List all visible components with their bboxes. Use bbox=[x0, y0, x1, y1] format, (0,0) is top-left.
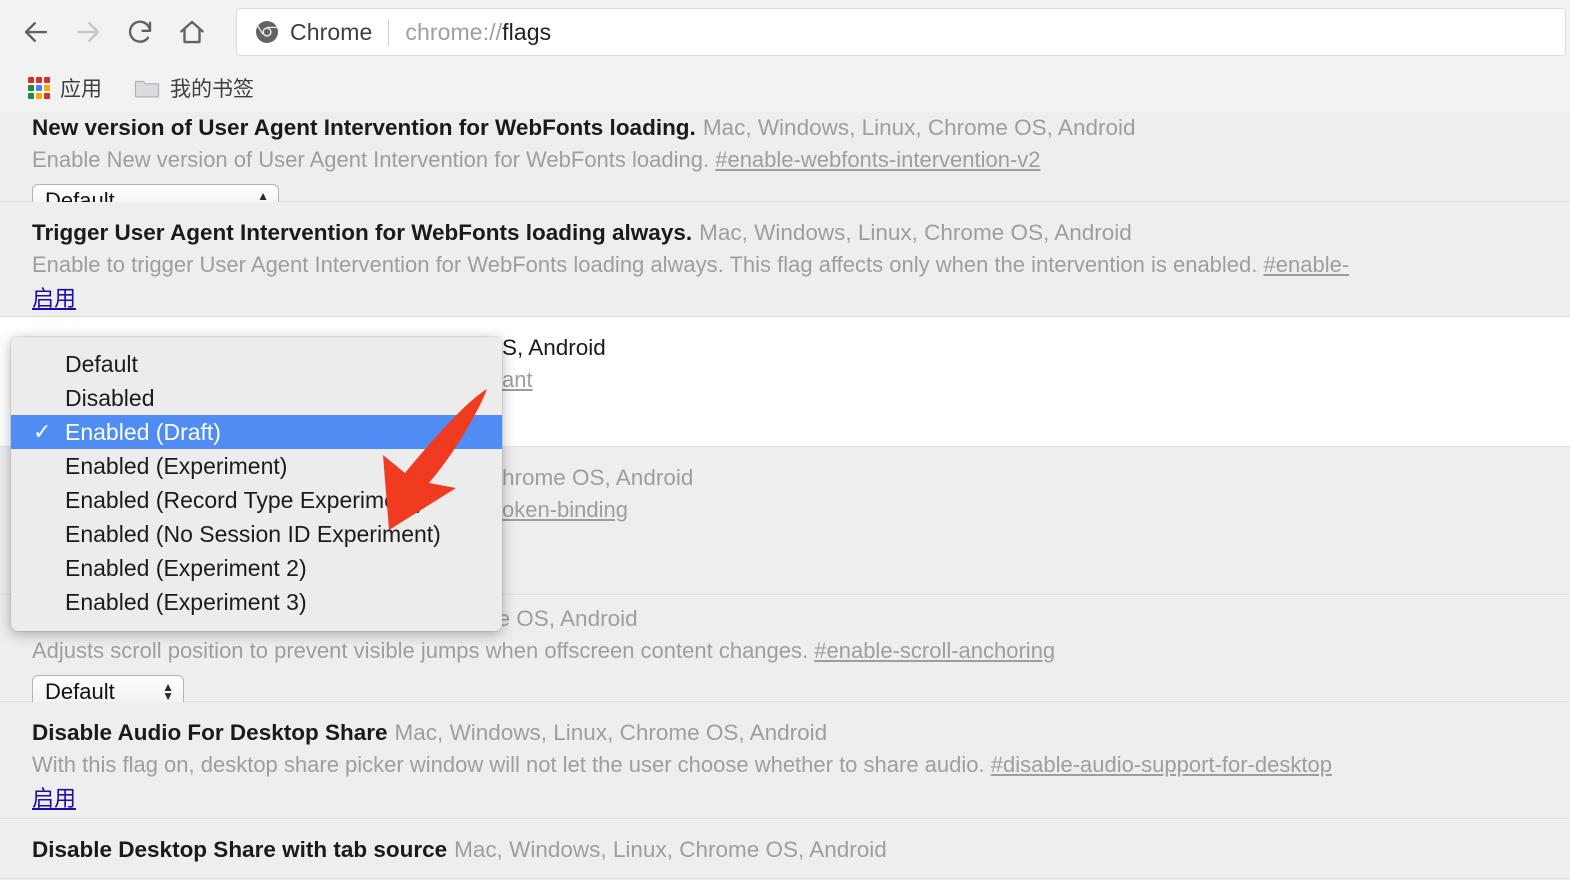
home-button[interactable] bbox=[170, 10, 214, 54]
flag-title-line: S, Android bbox=[502, 317, 1570, 363]
dropdown-option-label: Disabled bbox=[65, 384, 155, 411]
flag-platforms: hrome OS, Android bbox=[502, 465, 694, 490]
dropdown-option-label: Enabled (Record Type Experiment) bbox=[65, 486, 424, 513]
flag-enable-link[interactable]: 启用 bbox=[32, 784, 76, 814]
select-dropdown-menu[interactable]: Default Disabled ✓ Enabled (Draft) Enabl… bbox=[11, 337, 502, 631]
omnibox-url-scheme: chrome:// bbox=[405, 18, 503, 45]
home-icon bbox=[180, 20, 204, 44]
flag-description-text: With this flag on, desktop share picker … bbox=[32, 752, 985, 777]
dropdown-option-label: Enabled (Experiment 2) bbox=[65, 554, 307, 581]
flag-platforms: Mac, Windows, Linux, Chrome OS, Android bbox=[702, 115, 1136, 140]
apps-grid-icon bbox=[28, 77, 50, 99]
flag-name: Disable Audio For Desktop Share bbox=[32, 720, 388, 745]
dropdown-option[interactable]: Enabled (Experiment 2) bbox=[11, 551, 502, 585]
bookmarks-bar: 应用 我的书签 bbox=[0, 64, 1570, 113]
dropdown-option-label: Enabled (Experiment 3) bbox=[65, 588, 307, 615]
flag-title-line: hrome OS, Android bbox=[502, 447, 1570, 493]
dropdown-option-label: Default bbox=[65, 350, 138, 377]
flag-row: Disable Audio For Desktop Share Mac, Wind… bbox=[0, 702, 1570, 819]
address-bar[interactable]: Chrome chrome://flags bbox=[236, 8, 1566, 56]
dropdown-option[interactable]: Enabled (Experiment) bbox=[11, 449, 502, 483]
flag-row: Disable Desktop Share with tab source Mac… bbox=[0, 819, 1570, 879]
flag-title-line: Disable Desktop Share with tab source Mac… bbox=[32, 819, 1570, 865]
dropdown-option-selected[interactable]: ✓ Enabled (Draft) bbox=[11, 415, 502, 449]
flag-title-line: Disable Audio For Desktop Share Mac, Wind… bbox=[32, 702, 1570, 748]
omnibox-url: chrome://flags bbox=[405, 19, 551, 46]
browser-window: Chrome chrome://flags 应用 我的书签 New versio bbox=[0, 0, 1570, 880]
forward-button[interactable] bbox=[66, 10, 110, 54]
flag-row: Trigger User Agent Intervention for WebF… bbox=[0, 202, 1570, 317]
flag-description: Enable to trigger User Agent Interventio… bbox=[32, 248, 1570, 280]
bookmark-my-bookmarks[interactable]: 我的书签 bbox=[124, 71, 264, 105]
flag-description: ant bbox=[502, 363, 1570, 395]
flag-platforms: Mac, Windows, Linux, Chrome OS, Android bbox=[394, 720, 828, 745]
flag-description: Enable New version of User Agent Interve… bbox=[32, 143, 1570, 175]
omnibox-divider bbox=[388, 18, 390, 46]
back-button[interactable] bbox=[14, 10, 58, 54]
reload-button[interactable] bbox=[118, 10, 162, 54]
forward-arrow-icon bbox=[76, 22, 100, 42]
flag-enable-link[interactable]: 启用 bbox=[32, 284, 76, 314]
dropdown-option[interactable]: Enabled (Experiment 3) bbox=[11, 585, 502, 619]
reload-icon bbox=[128, 20, 152, 43]
bookmark-apps-label: 应用 bbox=[60, 78, 102, 101]
check-icon: ✓ bbox=[33, 419, 52, 444]
flag-row: New version of User Agent Intervention f… bbox=[0, 112, 1570, 218]
dropdown-option[interactable]: Enabled (No Session ID Experiment) bbox=[11, 517, 502, 551]
flag-platforms: S, Android bbox=[502, 335, 606, 360]
flag-permalink[interactable]: ant bbox=[502, 367, 533, 392]
select-stepper-icon: ▲ ▼ bbox=[162, 681, 174, 703]
flag-description: Adjusts scroll position to prevent visib… bbox=[32, 634, 1570, 666]
flag-permalink[interactable]: #disable-audio-support-for-desktop bbox=[991, 752, 1332, 777]
dropdown-option-label: Enabled (Draft) bbox=[65, 418, 221, 445]
flag-description-text: Enable New version of User Agent Interve… bbox=[32, 147, 710, 172]
flag-description-text: Enable to trigger User Agent Interventio… bbox=[32, 252, 1258, 277]
folder-icon bbox=[134, 80, 160, 98]
flag-description: With this flag on, desktop share picker … bbox=[32, 748, 1570, 780]
omnibox-site-label: Chrome bbox=[290, 18, 373, 45]
flag-description: oken-binding bbox=[502, 493, 1570, 525]
flag-permalink[interactable]: #enable- bbox=[1264, 252, 1350, 277]
bookmark-my-bookmarks-label: 我的书签 bbox=[170, 78, 254, 101]
dropdown-option-label: Enabled (No Session ID Experiment) bbox=[65, 520, 441, 547]
dropdown-option-label: Enabled (Experiment) bbox=[65, 452, 288, 479]
browser-toolbar: Chrome chrome://flags bbox=[0, 0, 1570, 64]
omnibox-url-page: flags bbox=[502, 18, 552, 45]
dropdown-option[interactable]: Disabled bbox=[11, 381, 502, 415]
flag-name: Disable Desktop Share with tab source bbox=[32, 837, 448, 862]
flag-permalink[interactable]: #enable-scroll-anchoring bbox=[814, 638, 1055, 663]
flag-platforms: Mac, Windows, Linux, Chrome OS, Android bbox=[454, 837, 887, 862]
bookmark-apps[interactable]: 应用 bbox=[18, 71, 112, 105]
flag-description-text: Adjusts scroll position to prevent visib… bbox=[32, 638, 809, 663]
chrome-logo-icon bbox=[256, 21, 278, 43]
flag-title-line: Trigger User Agent Intervention for WebF… bbox=[32, 202, 1570, 248]
flag-title-line: New version of User Agent Intervention f… bbox=[32, 112, 1570, 143]
flag-permalink[interactable]: oken-binding bbox=[502, 497, 628, 522]
flag-permalink[interactable]: #enable-webfonts-intervention-v2 bbox=[715, 147, 1040, 172]
flag-name: Trigger User Agent Intervention for WebF… bbox=[32, 220, 693, 245]
flag-name: New version of User Agent Intervention f… bbox=[32, 115, 696, 140]
dropdown-option[interactable]: Enabled (Record Type Experiment) bbox=[11, 483, 502, 517]
chevron-down-icon: ▼ bbox=[162, 689, 174, 703]
flags-page-content: New version of User Agent Intervention f… bbox=[0, 112, 1570, 880]
back-arrow-icon bbox=[24, 22, 48, 42]
flag-platforms: Mac, Windows, Linux, Chrome OS, Android bbox=[699, 220, 1132, 245]
dropdown-option[interactable]: Default bbox=[11, 347, 502, 381]
